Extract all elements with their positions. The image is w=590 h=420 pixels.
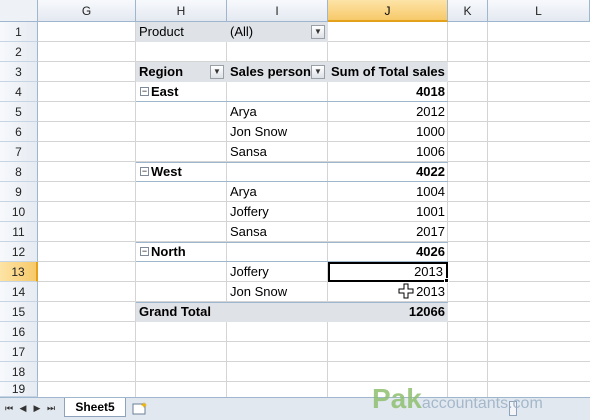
grand-total-label: Grand Total (139, 304, 211, 319)
row-header[interactable]: 16 (0, 322, 38, 342)
first-sheet-icon[interactable]: ⏮ (3, 401, 15, 415)
person-name[interactable]: Joffery (227, 262, 328, 282)
total-north[interactable]: 4026 (328, 242, 448, 262)
insert-sheet-icon[interactable] (132, 401, 150, 415)
watermark-logo: Pakaccountants.com (372, 383, 543, 414)
person-value[interactable]: 1000 (328, 122, 448, 142)
person-value[interactable]: 2017 (328, 222, 448, 242)
row-header[interactable]: 11 (0, 222, 38, 242)
row-header[interactable]: 3 (0, 62, 38, 82)
person-name[interactable]: Jon Snow (227, 282, 328, 302)
row-header[interactable]: 18 (0, 362, 38, 382)
row-header[interactable]: 17 (0, 342, 38, 362)
person-value[interactable]: 1001 (328, 202, 448, 222)
region-north: North (151, 244, 186, 259)
region-east: East (151, 84, 179, 99)
person-value[interactable]: 1006 (328, 142, 448, 162)
row-header[interactable]: 1 (0, 22, 38, 42)
next-sheet-icon[interactable]: ▶ (31, 401, 43, 415)
grand-total-value[interactable]: 12066 (328, 302, 448, 322)
person-name[interactable]: Sansa (227, 222, 328, 242)
sum-header: Sum of Total sales (328, 62, 448, 82)
column-header-i[interactable]: I (227, 0, 328, 22)
select-all-corner[interactable] (0, 0, 38, 22)
row-header[interactable]: 13 (0, 262, 38, 282)
person-value[interactable]: 1004 (328, 182, 448, 202)
person-name[interactable]: Joffery (227, 202, 328, 222)
filter-label: Product (136, 22, 227, 42)
prev-sheet-icon[interactable]: ◀ (17, 401, 29, 415)
column-header-h[interactable]: H (136, 0, 227, 22)
column-header-l[interactable]: L (488, 0, 590, 22)
row-header[interactable]: 2 (0, 42, 38, 62)
row-header[interactable]: 7 (0, 142, 38, 162)
region-west: West (151, 164, 182, 179)
row-header[interactable]: 19 (0, 382, 38, 397)
row-header[interactable]: 15 (0, 302, 38, 322)
person-value[interactable]: 2013 (328, 282, 448, 302)
person-name[interactable]: Jon Snow (227, 122, 328, 142)
column-header-k[interactable]: K (448, 0, 488, 22)
row-header[interactable]: 9 (0, 182, 38, 202)
person-name[interactable]: Arya (227, 182, 328, 202)
row-header[interactable]: 5 (0, 102, 38, 122)
filter-dropdown-icon[interactable]: ▼ (311, 25, 325, 39)
active-cell[interactable]: 2013 (328, 262, 448, 282)
person-name[interactable]: Sansa (227, 142, 328, 162)
person-name[interactable]: Arya (227, 102, 328, 122)
gridline (38, 381, 590, 382)
row-header[interactable]: 10 (0, 202, 38, 222)
column-header-g[interactable]: G (38, 0, 136, 22)
row-header[interactable]: 14 (0, 282, 38, 302)
row-header[interactable]: 8 (0, 162, 38, 182)
person-value[interactable]: 2012 (328, 102, 448, 122)
row-header[interactable]: 12 (0, 242, 38, 262)
row-header[interactable]: 6 (0, 122, 38, 142)
cursor-cross-icon (398, 283, 414, 299)
last-sheet-icon[interactable]: ⏭ (45, 401, 57, 415)
region-filter-dropdown-icon[interactable]: ▼ (210, 65, 224, 79)
gridline (38, 361, 590, 362)
column-header-j[interactable]: J (328, 0, 448, 22)
sales-person-filter-dropdown-icon[interactable]: ▼ (311, 65, 325, 79)
total-east[interactable]: 4018 (328, 82, 448, 102)
total-west[interactable]: 4022 (328, 162, 448, 182)
row-header[interactable]: 4 (0, 82, 38, 102)
gridline (38, 341, 590, 342)
sheet-tab-sheet5[interactable]: Sheet5 (64, 398, 126, 417)
